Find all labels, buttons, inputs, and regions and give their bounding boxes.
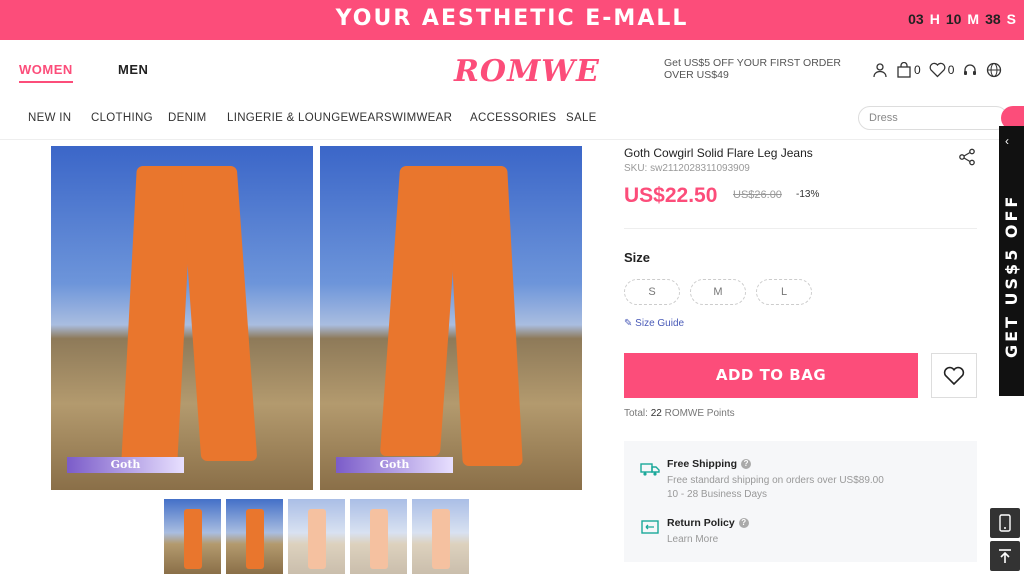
shipping-info: Free Shipping? Free standard shipping on… xyxy=(624,441,977,562)
product-image-front[interactable]: Goth xyxy=(51,146,313,490)
product-name: Goth Cowgirl Solid Flare Leg Jeans xyxy=(624,146,813,160)
help-icon[interactable]: ? xyxy=(738,518,749,529)
back-to-top-button[interactable] xyxy=(990,541,1020,571)
nav-denim[interactable]: DENIM xyxy=(168,112,207,124)
nav-new-in[interactable]: NEW IN xyxy=(28,112,71,124)
shopping-bag-icon xyxy=(897,62,911,78)
top-banner[interactable]: YOUR AESTHETIC E-MALL 03 H 10 M 38 S xyxy=(0,0,1024,40)
banner-title: YOUR AESTHETIC E-MALL xyxy=(335,6,689,31)
side-promo-text: GET US$5 OFF xyxy=(1002,193,1021,359)
nav-accessories[interactable]: ACCESSORIES xyxy=(470,112,556,124)
arrow-up-icon xyxy=(999,549,1011,563)
goth-tag: Goth xyxy=(336,457,453,473)
thumbnail-4[interactable] xyxy=(350,499,407,574)
search-input[interactable]: Dress xyxy=(858,106,1008,130)
account-button[interactable] xyxy=(872,62,888,78)
points-value: 22 xyxy=(650,408,662,419)
wishlist-button[interactable]: 0 xyxy=(929,62,955,78)
category-nav: NEW IN CLOTHING DENIM LINGERIE & LOUNGEW… xyxy=(0,100,1024,140)
help-icon[interactable]: ? xyxy=(741,459,752,470)
countdown-seconds: 38 xyxy=(985,11,1001,27)
mobile-icon xyxy=(999,514,1011,532)
pencil-icon: ✎ xyxy=(624,318,633,329)
site-header: WOMEN MEN ROMWE Get US$5 OFF YOUR FIRST … xyxy=(0,40,1024,100)
header-icons: 0 0 xyxy=(872,62,1002,78)
return-icon xyxy=(641,520,659,534)
free-shipping-line1: Free standard shipping on orders over US… xyxy=(667,475,884,486)
countdown-minutes: 10 xyxy=(945,11,962,27)
countdown-seconds-unit: S xyxy=(1006,11,1016,27)
divider xyxy=(624,228,977,229)
size-options: S M L xyxy=(624,279,812,305)
product-image-back[interactable]: Goth xyxy=(320,146,582,490)
return-policy-label: Return Policy xyxy=(667,517,735,529)
chevron-left-icon: ‹ xyxy=(1005,134,1009,148)
wishlist-count: 0 xyxy=(947,63,955,77)
thumbnail-3[interactable] xyxy=(288,499,345,574)
thumbnail-5[interactable] xyxy=(412,499,469,574)
tab-men[interactable]: MEN xyxy=(118,62,148,77)
countdown-hours-unit: H xyxy=(929,11,940,27)
free-shipping-label: Free Shipping xyxy=(667,458,738,470)
discount-badge: -13% xyxy=(796,189,820,200)
points-total: Total: 22 ROMWE Points xyxy=(624,408,735,419)
add-to-wishlist-button[interactable] xyxy=(931,353,977,398)
site-logo[interactable]: ROMWE xyxy=(454,54,600,89)
points-suffix: ROMWE Points xyxy=(664,408,735,419)
free-shipping-title: Free Shipping? xyxy=(667,458,752,470)
size-guide-label: Size Guide xyxy=(635,318,685,329)
thumbnail-1[interactable] xyxy=(164,499,221,574)
nav-swimwear[interactable]: SWIMWEAR xyxy=(384,112,452,124)
support-button[interactable] xyxy=(962,62,978,78)
user-icon xyxy=(873,63,887,78)
side-promo-tab[interactable]: ‹ GET US$5 OFF xyxy=(999,126,1024,396)
language-button[interactable] xyxy=(986,62,1002,78)
size-option-l[interactable]: L xyxy=(756,279,812,305)
return-policy-title: Return Policy? xyxy=(667,517,749,529)
product-sku: SKU: sw2112028311093909 xyxy=(624,163,750,174)
tab-women[interactable]: WOMEN xyxy=(19,62,73,83)
mobile-app-button[interactable] xyxy=(990,508,1020,538)
free-shipping-line2: 10 - 28 Business Days xyxy=(667,489,768,500)
countdown-minutes-unit: M xyxy=(967,11,980,27)
add-to-bag-button[interactable]: ADD TO BAG xyxy=(624,353,918,398)
bag-button[interactable]: 0 xyxy=(896,62,921,78)
goth-tag: Goth xyxy=(67,457,184,473)
share-icon[interactable] xyxy=(958,148,976,166)
heart-icon xyxy=(943,366,965,385)
size-option-m[interactable]: M xyxy=(690,279,746,305)
countdown-hours: 03 xyxy=(908,11,924,27)
thumbnail-strip xyxy=(164,499,469,574)
heart-icon xyxy=(929,62,946,78)
current-price: US$22.50 xyxy=(624,184,718,207)
size-guide-link[interactable]: ✎ Size Guide xyxy=(624,318,684,329)
first-order-promo[interactable]: Get US$5 OFF YOUR FIRST ORDER OVER US$49 xyxy=(664,57,864,81)
globe-icon xyxy=(987,62,1002,78)
size-option-s[interactable]: S xyxy=(624,279,680,305)
nav-lingerie[interactable]: LINGERIE & LOUNGEWEAR xyxy=(227,112,384,124)
thumbnail-2[interactable] xyxy=(226,499,283,574)
headset-icon xyxy=(964,64,977,75)
nav-sale[interactable]: SALE xyxy=(566,112,597,124)
size-label: Size xyxy=(624,250,651,265)
points-prefix: Total: xyxy=(624,408,648,419)
truck-icon xyxy=(640,463,660,476)
countdown-timer: 03 H 10 M 38 S xyxy=(908,11,1016,27)
nav-clothing[interactable]: CLOTHING xyxy=(91,112,153,124)
learn-more-link[interactable]: Learn More xyxy=(667,534,718,545)
original-price: US$26.00 xyxy=(733,189,782,201)
bag-count: 0 xyxy=(914,63,921,77)
